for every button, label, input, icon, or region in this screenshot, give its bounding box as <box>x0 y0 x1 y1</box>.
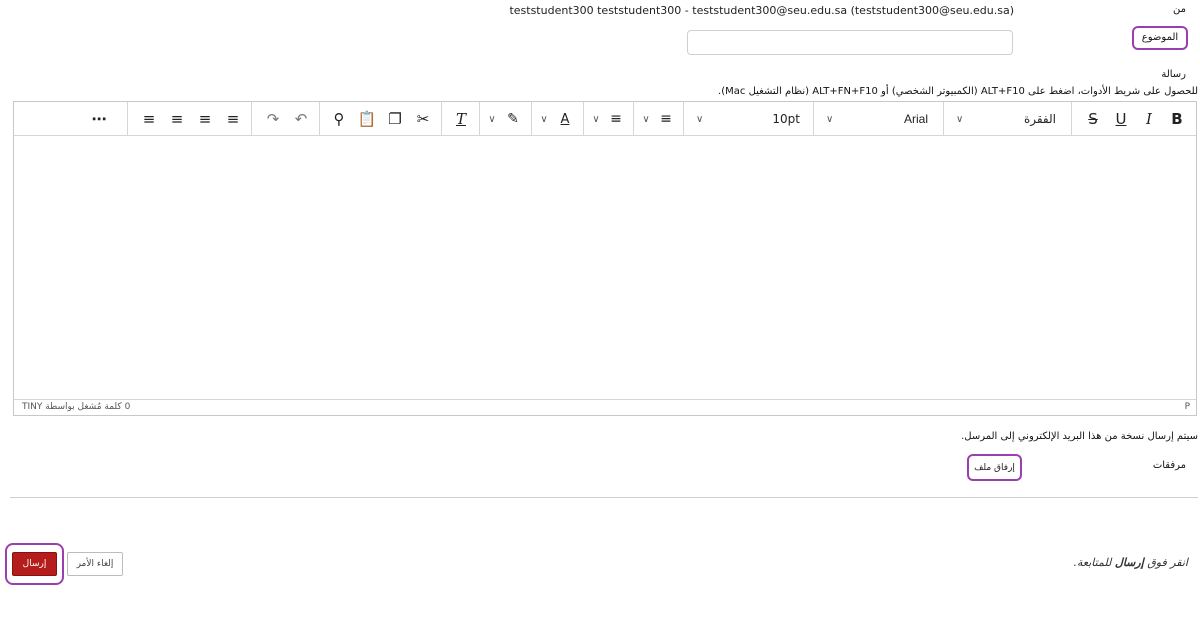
align-center-icon: ≡ <box>198 110 212 128</box>
chevron-down-icon: ∨ <box>642 113 650 125</box>
italic-icon: I <box>1146 110 1152 128</box>
subject-input[interactable] <box>687 30 1013 55</box>
align-left-icon: ≡ <box>226 110 240 128</box>
from-value: teststudent300 teststudent300 - teststud… <box>509 4 1014 17</box>
chevron-down-icon: ∨ <box>956 113 964 125</box>
bold-icon: B <box>1171 110 1183 128</box>
text-color-options[interactable]: ∨ <box>536 102 552 136</box>
paragraph-format-value: الفقرة <box>1023 112 1056 126</box>
bullet-list-icon: ≡ <box>660 111 672 127</box>
highlight-button[interactable]: ✎ <box>500 102 526 136</box>
send-button[interactable]: إرسال <box>12 552 57 576</box>
paragraph-format-dropdown[interactable]: الفقرة ∨ <box>946 102 1066 136</box>
redo-button[interactable]: ↷ <box>260 102 286 136</box>
paste-button[interactable]: 📋 <box>354 102 380 136</box>
subject-label: الموضوع <box>1132 26 1188 50</box>
align-right-icon: ≡ <box>170 110 184 128</box>
continue-hint: انقر فوق إرسال للمتابعة. <box>1074 556 1188 569</box>
clear-formatting-button[interactable]: T <box>448 102 474 136</box>
search-icon: ⚲ <box>333 110 345 128</box>
paste-icon: 📋 <box>357 110 377 128</box>
undo-button[interactable]: ↶ <box>288 102 314 136</box>
more-button[interactable]: ⋯ <box>84 102 114 136</box>
underline-icon: U <box>1115 110 1127 128</box>
text-color-button[interactable]: A <box>552 102 578 136</box>
numbered-list-options[interactable]: ∨ <box>588 102 604 136</box>
highlight-icon: ✎ <box>507 111 519 127</box>
continue-hint-prefix: انقر فوق <box>1147 556 1188 569</box>
font-family-value: Arial <box>903 112 928 126</box>
numbered-list-button[interactable]: ≡ <box>604 102 628 136</box>
chevron-down-icon: ∨ <box>696 113 704 125</box>
align-right-button[interactable]: ≡ <box>164 102 190 136</box>
more-icon: ⋯ <box>91 110 107 128</box>
align-center-button[interactable]: ≡ <box>192 102 218 136</box>
element-path[interactable]: P <box>1185 402 1190 412</box>
highlight-options[interactable]: ∨ <box>484 102 500 136</box>
italic-button[interactable]: I <box>1136 102 1162 136</box>
redo-icon: ↷ <box>266 110 280 128</box>
chevron-down-icon: ∨ <box>540 113 548 125</box>
undo-icon: ↶ <box>294 110 308 128</box>
align-left-button[interactable]: ≡ <box>220 102 246 136</box>
bold-button[interactable]: B <box>1164 102 1190 136</box>
strikethrough-button[interactable]: S <box>1080 102 1106 136</box>
attach-file-button[interactable]: إرفاق ملف <box>967 454 1022 481</box>
cancel-button[interactable]: إلغاء الأمر <box>67 552 123 576</box>
continue-hint-send: إرسال <box>1114 556 1144 569</box>
text-color-icon: A <box>560 111 570 127</box>
from-label: من <box>1173 4 1186 15</box>
clear-formatting-icon: T <box>455 110 466 128</box>
rich-text-editor: B I U S الفقرة ∨ Arial ∨ 10pt ∨ ≡ ∨ ≡ ∨ <box>13 101 1197 416</box>
editor-content-area[interactable] <box>14 136 1196 400</box>
attachments-label: مرفقات <box>1152 460 1186 471</box>
justify-icon: ≡ <box>142 110 156 128</box>
word-count: 0 كلمة مُشغل بواسطة TINY <box>22 402 130 412</box>
font-size-dropdown[interactable]: 10pt ∨ <box>686 102 808 136</box>
editor-toolbar: B I U S الفقرة ∨ Arial ∨ 10pt ∨ ≡ ∨ ≡ ∨ <box>14 102 1196 136</box>
continue-hint-suffix: للمتابعة. <box>1073 556 1112 569</box>
search-button[interactable]: ⚲ <box>326 102 352 136</box>
bullet-list-options[interactable]: ∨ <box>638 102 654 136</box>
editor-statusbar: P 0 كلمة مُشغل بواسطة TINY <box>14 399 1196 415</box>
word-count-value: 0 كلمة <box>104 402 131 412</box>
message-label: رسالة <box>1161 69 1186 80</box>
font-family-dropdown[interactable]: Arial ∨ <box>816 102 938 136</box>
copy-icon: ❐ <box>388 110 402 128</box>
copy-button[interactable]: ❐ <box>382 102 408 136</box>
chevron-down-icon: ∨ <box>488 113 496 125</box>
cut-icon: ✂ <box>416 110 430 128</box>
toolbar-hint: للحصول على شريط الأدوات، اضغط على ALT+F1… <box>718 86 1198 97</box>
font-size-value: 10pt <box>772 112 800 126</box>
strikethrough-icon: S <box>1088 110 1098 128</box>
divider <box>10 497 1198 498</box>
numbered-list-icon: ≡ <box>610 111 622 127</box>
chevron-down-icon: ∨ <box>826 113 834 125</box>
cut-button[interactable]: ✂ <box>410 102 436 136</box>
underline-button[interactable]: U <box>1108 102 1134 136</box>
bullet-list-button[interactable]: ≡ <box>654 102 678 136</box>
justify-button[interactable]: ≡ <box>136 102 162 136</box>
chevron-down-icon: ∨ <box>592 113 600 125</box>
powered-by-link[interactable]: مُشغل بواسطة TINY <box>22 402 102 412</box>
copy-to-sender-note: سيتم إرسال نسخة من هذا البريد الإلكتروني… <box>961 431 1198 442</box>
